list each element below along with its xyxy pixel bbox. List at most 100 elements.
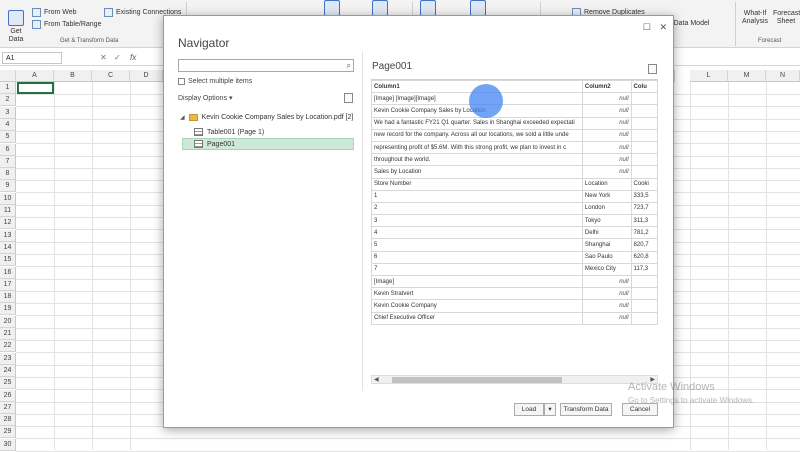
from-web-label: From Web [44,9,77,16]
select-multiple-checkbox[interactable]: Select multiple items [178,78,252,85]
row-header[interactable]: 14 [0,241,16,254]
activate-windows-title: Activate Windows [628,381,715,393]
table-row: Store Number Location Cooki [371,177,658,191]
row-header[interactable]: 8 [0,168,16,181]
forecast-sheet-button[interactable]: Forecast Sheet [773,10,800,26]
filter-icon [470,0,486,16]
row-header[interactable]: 10 [0,192,16,205]
tree-item-page001[interactable]: Page001 [182,138,354,150]
row-header[interactable]: 24 [0,364,16,377]
get-data-button[interactable]: Get Data [4,10,28,44]
export-icon[interactable] [648,64,657,74]
table-cell: null [581,311,632,325]
name-box[interactable]: A1 [2,52,62,64]
column-header: Colu [630,80,658,94]
column-header[interactable]: L [690,70,728,82]
table-cell: 781,2 [630,226,658,240]
row-header[interactable]: 21 [0,328,16,340]
table-cell [630,165,658,179]
table-row: 6 Sao Paulo 620,8 [371,250,658,264]
table-cell: 3 [371,214,583,228]
table-icon [194,128,203,136]
preview-table-container: Column1 Column2 Colu [Image] [Image][Ima… [371,79,658,327]
tree-item-table001[interactable]: Table001 (Page 1) [194,126,264,138]
table-cell [630,104,658,118]
row-header[interactable]: 23 [0,352,16,365]
row-header[interactable]: 19 [0,303,16,316]
refresh-icon[interactable] [344,93,353,103]
grid-line [54,82,55,450]
column-header[interactable]: A [16,70,54,82]
table-cell: 333,5 [630,189,658,203]
preview-table: Column1 Column2 Colu [Image] [Image][Ima… [371,80,658,325]
row-header[interactable]: 18 [0,291,16,304]
row-header[interactable]: 27 [0,401,16,414]
search-icon: ⌕ [346,61,351,70]
column-header[interactable]: B [54,70,92,82]
column-header[interactable]: M [728,70,766,82]
table-cell [630,274,658,289]
checkbox-box[interactable] [178,78,185,85]
column-header[interactable]: D [130,70,163,82]
table-row: 7 Mexico City 117,3 [371,262,658,277]
row-header[interactable]: 12 [0,217,16,230]
row-header[interactable]: 6 [0,143,16,156]
collapse-triangle-icon[interactable]: ◢ [180,114,185,121]
close-icon[interactable]: ✕ [659,22,667,33]
row-header[interactable]: 1 [0,82,16,94]
table-cell: 5 [371,238,583,252]
row-header[interactable]: 16 [0,266,16,279]
globe-icon [32,8,41,17]
row-header[interactable]: 28 [0,414,16,427]
table-row: representing profit of $5.6M. With this … [371,140,658,155]
search-input[interactable]: ⌕ [178,59,354,72]
table-cell: Tokyo [581,214,632,228]
row-header[interactable]: 4 [0,118,16,131]
table-cell: null [581,104,632,118]
row-header[interactable]: 11 [0,205,16,217]
table-cell: null [581,92,632,106]
insert-function-icon[interactable]: fx [130,53,136,62]
grid-line [690,82,691,450]
load-button[interactable]: Load [514,403,544,416]
row-header[interactable]: 25 [0,377,16,390]
row-header[interactable]: 7 [0,155,16,168]
from-web-button[interactable]: From Web [32,8,77,17]
cursor-highlight [469,84,503,118]
row-header[interactable]: 20 [0,315,16,328]
maximize-icon[interactable]: ☐ [643,22,651,33]
active-cell-a1[interactable] [17,82,54,94]
table-cell [630,128,658,142]
row-header[interactable]: 3 [0,106,16,119]
from-table-range-button[interactable]: From Table/Range [32,20,101,29]
table-cell: Delhi [581,226,632,240]
group-label-get-transform: Get & Transform Data [60,38,119,44]
row-header[interactable]: 29 [0,426,16,439]
column-header[interactable]: N [766,70,800,82]
table-icon [32,20,41,29]
horizontal-scrollbar[interactable]: ◀ ▶ [371,375,658,384]
row-header[interactable]: 22 [0,340,16,353]
column-header[interactable]: C [92,70,130,82]
table-cell: 620,8 [630,250,658,264]
table-row: throughout the world. null [371,153,658,167]
row-header[interactable]: 17 [0,278,16,291]
tree-item-root[interactable]: ◢ Kevin Cookie Company Sales by Location… [180,111,353,123]
display-options-dropdown[interactable]: Display Options ▾ [178,94,233,102]
select-all-corner[interactable] [0,70,16,82]
load-dropdown-button[interactable]: ▾ [544,403,556,416]
confirm-entry-icon[interactable]: ✓ [114,53,121,62]
pane-divider [362,51,363,391]
transform-data-button[interactable]: Transform Data [560,403,612,416]
scroll-left-icon[interactable]: ◀ [374,376,379,383]
cancel-entry-icon[interactable]: ✕ [100,53,107,62]
row-header[interactable]: 5 [0,131,16,144]
row-header[interactable]: 2 [0,94,16,107]
row-header[interactable]: 30 [0,438,16,451]
row-header[interactable]: 15 [0,254,16,267]
scrollbar-thumb[interactable] [392,377,562,383]
what-if-analysis-button[interactable]: What-If Analysis [740,10,770,26]
row-header[interactable]: 26 [0,389,16,402]
row-header[interactable]: 9 [0,180,16,193]
row-header[interactable]: 13 [0,229,16,242]
